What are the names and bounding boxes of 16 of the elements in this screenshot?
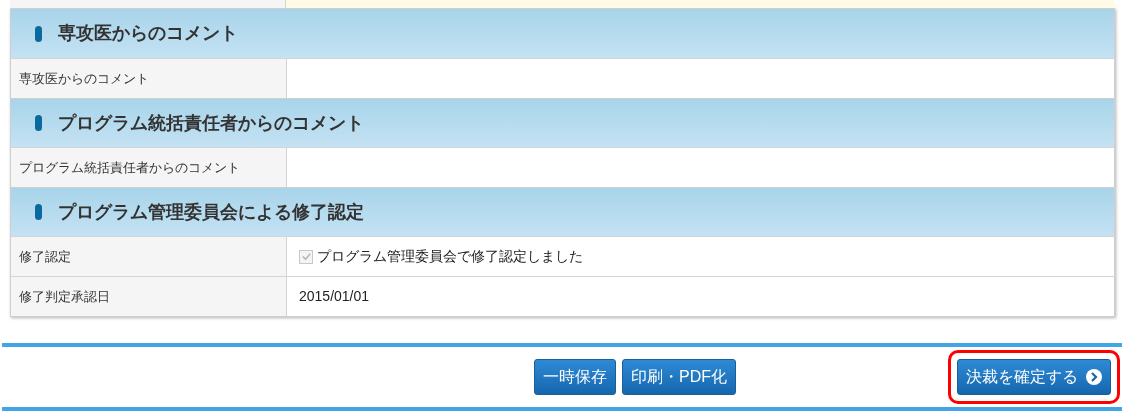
- field-value: 2015/01/01: [299, 287, 370, 306]
- field-label: 修了認定: [19, 247, 71, 266]
- marker-icon: [35, 204, 42, 220]
- checkbox-label: プログラム管理委員会で修了認定しました: [317, 247, 583, 266]
- field-label: 修了判定承認日: [19, 287, 110, 306]
- marker-icon: [35, 25, 42, 42]
- field-label: 専攻医からのコメント: [19, 69, 149, 88]
- section-title: プログラム統括責任者からのコメント: [58, 111, 364, 135]
- field-label: プログラム統括責任者からのコメント: [19, 158, 240, 177]
- arrow-right-icon: [1086, 369, 1102, 385]
- marker-icon: [35, 115, 42, 131]
- section-title: プログラム管理委員会による修了認定: [58, 200, 364, 224]
- action-button[interactable]: 印刷・PDF化: [622, 359, 736, 395]
- confirm-button[interactable]: 決裁を確定する: [957, 359, 1111, 395]
- section-title: 専攻医からのコメント: [58, 22, 238, 45]
- action-button[interactable]: 一時保存: [534, 359, 616, 395]
